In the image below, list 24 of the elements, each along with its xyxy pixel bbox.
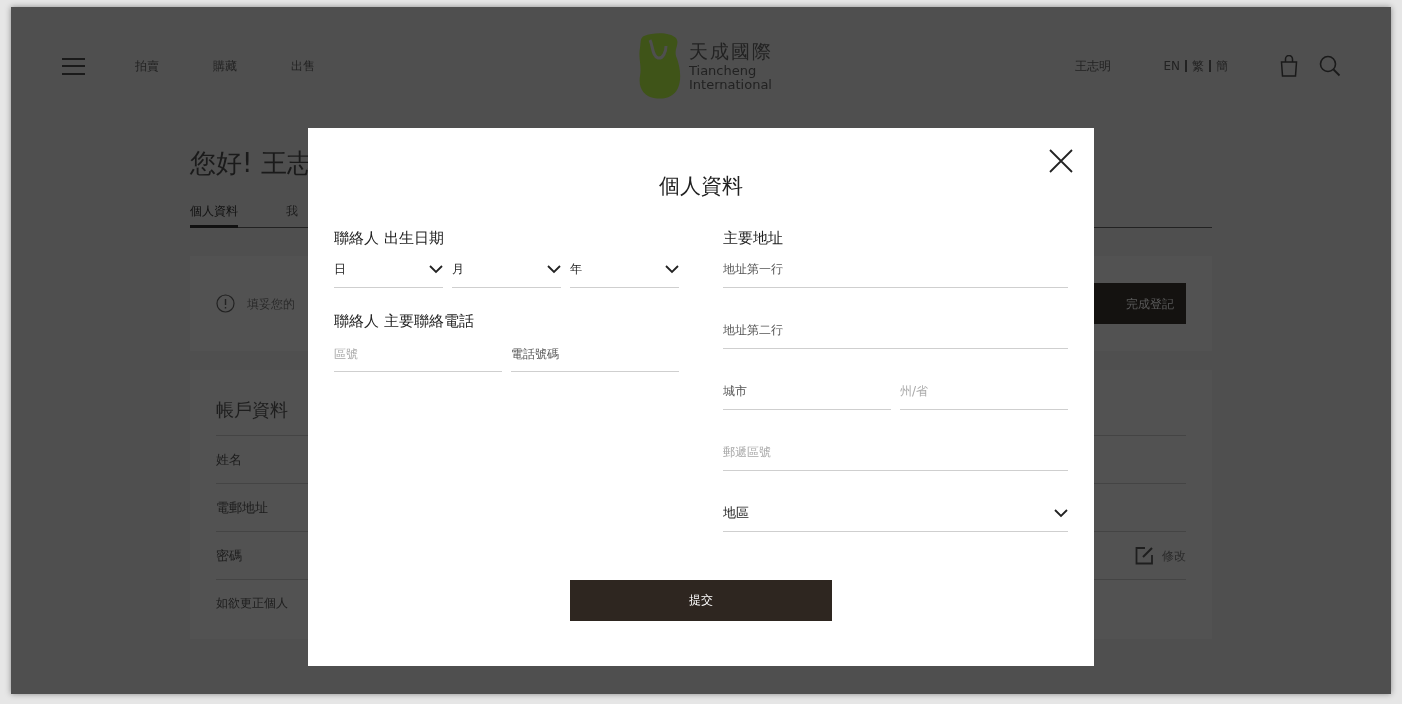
dropdown[interactable]: 年: [570, 243, 679, 288]
input-field[interactable]: 區號: [334, 328, 502, 372]
input-field[interactable]: 電話號碼: [511, 328, 679, 372]
dropdown[interactable]: 月: [452, 243, 561, 288]
close-icon[interactable]: [1049, 149, 1073, 173]
input-field[interactable]: 郵遞區號: [723, 426, 1068, 471]
search-icon[interactable]: [1319, 55, 1341, 77]
tab[interactable]: 個人資料: [190, 202, 238, 228]
chevron-down-icon: [665, 264, 679, 274]
submit-button[interactable]: 提交: [570, 579, 832, 621]
menu-icon[interactable]: [62, 57, 85, 75]
complete-registration-button[interactable]: 完成登記: [1094, 283, 1186, 324]
dialog-title: 個人資料: [658, 176, 744, 197]
input-field[interactable]: 州/省: [900, 365, 1068, 410]
input-field[interactable]: 地址第二行: [723, 304, 1068, 349]
input-field[interactable]: 城市: [723, 365, 891, 410]
edit-icon: [1135, 546, 1154, 565]
info-icon: [216, 294, 235, 313]
logo-icon: [636, 32, 681, 100]
chevron-down-icon: [429, 264, 443, 274]
chevron-down-icon: [1054, 508, 1068, 518]
shopping-bag-icon[interactable]: [1280, 55, 1298, 77]
chevron-down-icon: [547, 264, 561, 274]
dropdown[interactable]: 地區: [723, 487, 1068, 532]
